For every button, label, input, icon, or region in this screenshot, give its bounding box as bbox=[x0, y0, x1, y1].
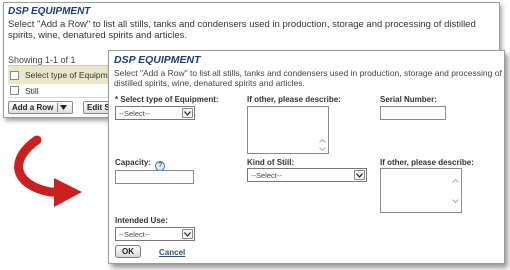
intended-use-value: --Select-- bbox=[119, 229, 150, 239]
equipment-type-label: * Select type of Equipment: bbox=[115, 95, 219, 104]
capacity-label-text: Capacity: bbox=[115, 158, 152, 167]
kind-of-still-select[interactable]: --Select-- bbox=[247, 168, 367, 182]
add-row-button[interactable]: Add a Row bbox=[8, 101, 74, 114]
table-cell-equipment-type: Still bbox=[25, 85, 39, 96]
capacity-input[interactable] bbox=[115, 170, 194, 184]
back-panel-description: Select "Add a Row" to list all stills, t… bbox=[8, 19, 476, 41]
intended-use-select[interactable]: --Select-- bbox=[115, 227, 195, 241]
other-describe-textarea[interactable] bbox=[247, 106, 329, 154]
other-describe-textarea-2[interactable] bbox=[380, 168, 462, 213]
equipment-type-select[interactable]: --Select-- bbox=[115, 106, 195, 120]
chevron-down-icon[interactable] bbox=[354, 170, 365, 180]
serial-number-input[interactable] bbox=[380, 106, 446, 120]
cancel-link[interactable]: Cancel bbox=[159, 248, 185, 257]
scroll-up-icon[interactable] bbox=[319, 138, 326, 145]
textarea-scrollbar[interactable] bbox=[450, 169, 461, 212]
back-panel-title: DSP EQUIPMENT bbox=[8, 6, 91, 17]
chevron-down-icon[interactable] bbox=[182, 229, 193, 239]
help-icon[interactable]: ? bbox=[155, 160, 166, 171]
dialog-title: DSP EQUIPMENT bbox=[114, 54, 201, 66]
equipment-type-value: --Select-- bbox=[119, 108, 150, 118]
capacity-label: Capacity: ? bbox=[115, 158, 166, 171]
ok-button[interactable]: OK bbox=[115, 245, 141, 258]
chevron-down-icon[interactable] bbox=[182, 108, 193, 118]
add-equipment-dialog: DSP EQUIPMENT Select "Add a Row" to list… bbox=[108, 50, 505, 264]
chevron-down-icon[interactable] bbox=[57, 103, 69, 112]
scroll-up-icon[interactable] bbox=[452, 178, 459, 185]
select-all-checkbox[interactable] bbox=[10, 70, 19, 80]
row-checkbox[interactable] bbox=[10, 86, 19, 95]
other-describe-label-2: If other, please describe: bbox=[380, 158, 474, 167]
kind-of-still-value: --Select-- bbox=[251, 170, 282, 180]
add-row-label: Add a Row bbox=[12, 103, 54, 112]
scroll-down-icon[interactable] bbox=[319, 147, 326, 153]
serial-number-label: Serial Number: bbox=[380, 95, 437, 104]
intended-use-label: Intended Use: bbox=[115, 216, 168, 225]
other-describe-label: If other, please describe: bbox=[247, 95, 341, 104]
pagination-status: Showing 1-1 of 1 bbox=[8, 55, 76, 65]
column-header-equipment-type: Select type of Equipment bbox=[25, 70, 120, 80]
kind-of-still-label: Kind of Still: bbox=[247, 158, 295, 167]
dialog-description: Select "Add a Row" to list all stills, t… bbox=[114, 68, 502, 88]
textarea-scrollbar[interactable] bbox=[317, 107, 328, 153]
scroll-down-icon[interactable] bbox=[452, 199, 459, 205]
